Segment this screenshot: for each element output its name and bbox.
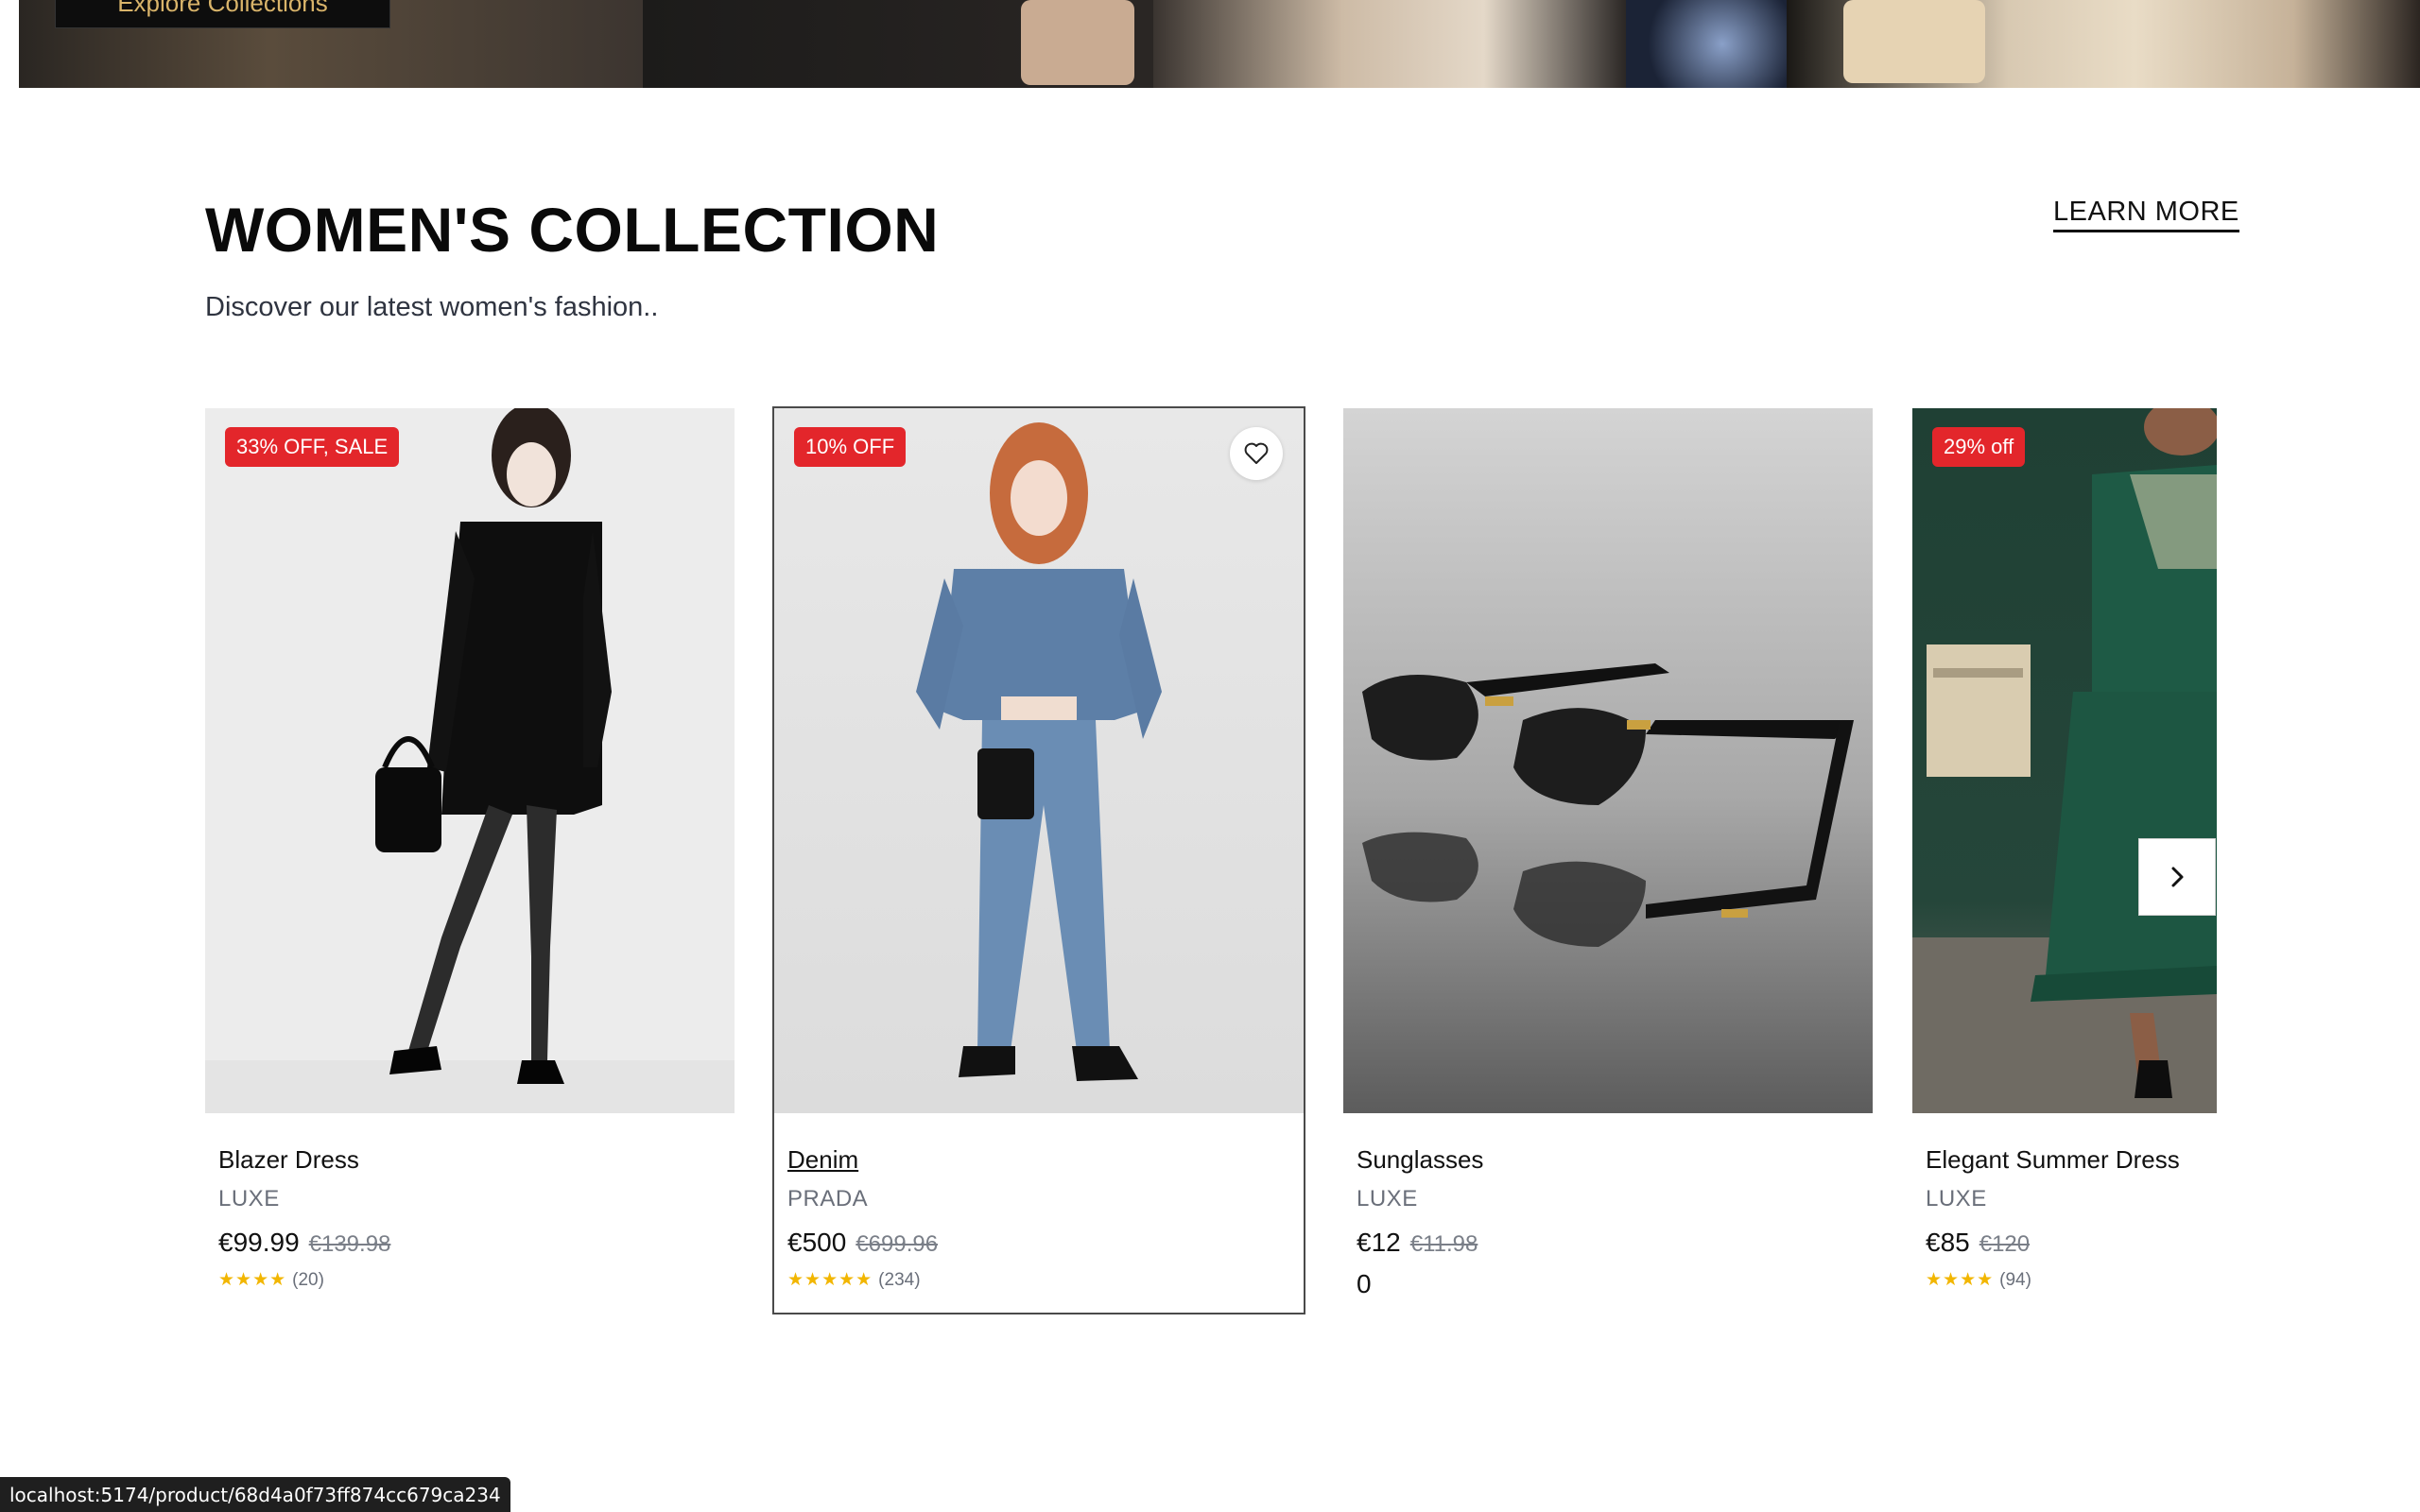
current-price: €85 [1926,1228,1970,1257]
product-card[interactable]: 10% OFF Denim PRADA €500 €699.96 ★★★★★ (23… [772,406,1305,1314]
product-info: Denim PRADA €500 €699.96 ★★★★★ (234) [787,1145,1288,1291]
rating-row: 0 [1357,1269,1858,1299]
learn-more-link[interactable]: LEARN MORE [2053,197,2239,232]
product-image[interactable]: 33% OFF, SALE [205,408,735,1113]
product-info: Elegant Summer Dress LUXE €85 €120 ★★★★ (9… [1926,1145,2219,1291]
current-price: €500 [787,1228,847,1257]
discount-badge: 10% OFF [794,427,907,467]
blazer-dress-photo [205,408,735,1113]
review-count: (94) [1999,1270,2031,1290]
heart-icon [1244,442,1269,464]
review-count: (20) [292,1270,324,1290]
product-brand: PRADA [787,1186,869,1211]
product-brand: LUXE [1357,1186,1418,1211]
sunglasses-photo [1362,663,1854,947]
product-info: Blazer Dress LUXE €99.99 €139.98 ★★★★ (20) [218,1145,719,1291]
price-row: €500 €699.96 [787,1228,1288,1269]
product-info: Sunglasses LUXE €12 €11.98 0 [1357,1145,1858,1299]
hero-bag-image [1843,0,1985,83]
section-subtitle: Discover our latest women's fashion.. [205,292,659,322]
discount-badge: 33% OFF, SALE [225,427,400,467]
original-price: €139.98 [308,1231,391,1257]
hero-image-panel-4 [1626,0,1787,88]
hero-banner: Explore Collections [19,0,2420,88]
rating-row: ★★★★★ (234) [787,1269,1288,1291]
price-row: €85 €120 [1926,1228,2219,1269]
chevron-right-icon [2171,867,2184,887]
original-price: €11.98 [1409,1231,1478,1257]
product-name[interactable]: Elegant Summer Dress [1926,1145,2219,1183]
product-brand: LUXE [218,1186,280,1211]
section-title: WOMEN'S COLLECTION [205,195,940,265]
explore-collections-button[interactable]: Explore Collections [55,0,390,28]
price-row: €99.99 €139.98 [218,1228,719,1269]
hero-bag-image [1021,0,1134,85]
product-image[interactable]: 10% OFF [774,408,1304,1113]
favorite-button[interactable] [1230,427,1283,480]
original-price: €120 [1979,1231,2031,1257]
product-name[interactable]: Denim [787,1145,1288,1183]
status-bar-url: localhost:5174/product/68d4a0f73ff874cc6… [0,1477,510,1512]
discount-badge: 29% off [1932,427,2026,467]
denim-outfit-photo [916,422,1162,1081]
product-card[interactable]: 33% OFF, SALE Blazer Dress LUXE €99.99 €1… [205,408,735,1313]
product-image[interactable]: 29% off [1912,408,2217,1113]
rating-row: ★★★★ (20) [218,1269,719,1291]
star-rating: ★★★★ [1926,1270,1995,1290]
product-brand: LUXE [1926,1186,1987,1211]
rating-value: 0 [1357,1269,1372,1298]
product-card[interactable]: Sunglasses LUXE €12 €11.98 0 [1343,408,1873,1313]
rating-row: ★★★★ (94) [1926,1269,2219,1291]
current-price: €99.99 [218,1228,300,1257]
original-price: €699.96 [856,1231,939,1257]
current-price: €12 [1357,1228,1401,1257]
summer-dress-photo [1912,408,2217,1113]
product-image[interactable] [1343,408,1873,1113]
product-name[interactable]: Blazer Dress [218,1145,719,1183]
review-count: (234) [878,1270,921,1290]
star-rating: ★★★★ [218,1270,287,1290]
carousel-next-button[interactable] [2138,838,2216,916]
star-rating: ★★★★★ [787,1270,873,1290]
price-row: €12 €11.98 [1357,1228,1858,1269]
hero-image-panel-3 [1153,0,1626,88]
product-name[interactable]: Sunglasses [1357,1145,1858,1183]
